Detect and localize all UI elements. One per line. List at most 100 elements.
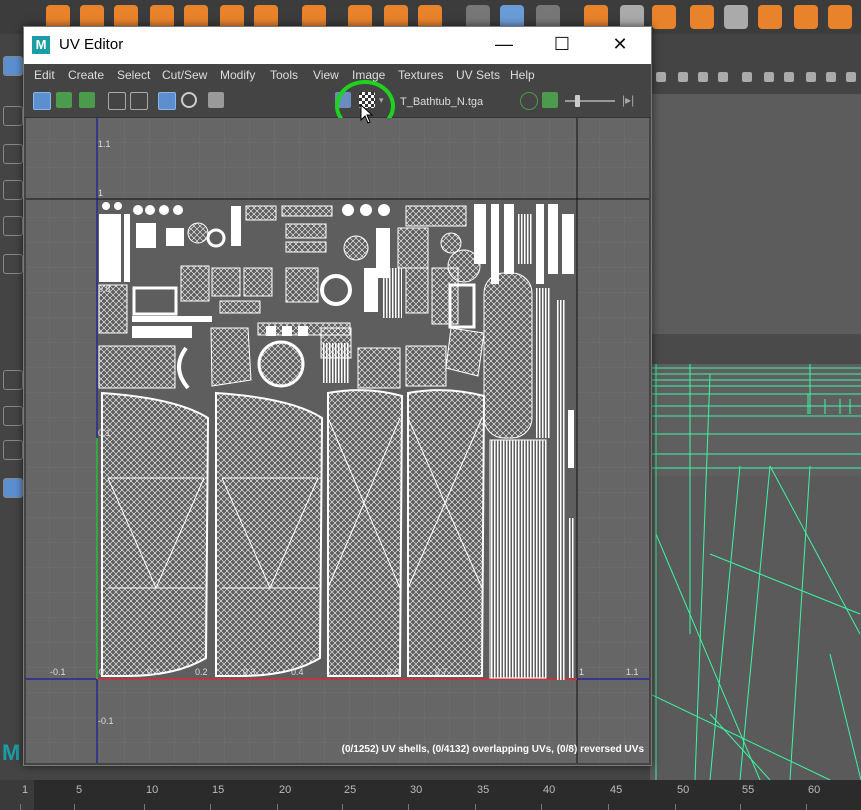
shelf-subdiv-icon[interactable] bbox=[724, 5, 748, 29]
menu-view[interactable]: View bbox=[313, 68, 339, 82]
menu-help[interactable]: Help bbox=[510, 68, 535, 82]
layout-four-icon[interactable] bbox=[3, 406, 23, 426]
menu-edit[interactable]: Edit bbox=[34, 68, 55, 82]
title-bar[interactable]: M UV Editor — ☐ ✕ bbox=[24, 27, 651, 64]
menu-uv-sets[interactable]: UV Sets bbox=[456, 68, 500, 82]
timeline-tick-mark bbox=[277, 804, 278, 810]
timeline-tick-label: 30 bbox=[410, 784, 423, 796]
timeline-tick-mark bbox=[740, 804, 741, 810]
viewport-tool-icon[interactable] bbox=[846, 72, 856, 82]
move-tool-icon[interactable] bbox=[3, 180, 23, 200]
time-slider[interactable]: 1 5 10 15 20 25 30 35 40 45 50 55 60 bbox=[0, 780, 861, 810]
viewport-tool-icon[interactable] bbox=[784, 72, 794, 82]
uv-status-line: (0/1252) UV shells, (0/4132) overlapping… bbox=[341, 744, 644, 755]
viewport-tool-icon[interactable] bbox=[742, 72, 752, 82]
mouse-cursor-icon bbox=[360, 104, 374, 124]
timeline-tick-label: 5 bbox=[76, 784, 83, 796]
menu-modify[interactable]: Modify bbox=[220, 68, 255, 82]
exposure-slider-handle[interactable] bbox=[575, 95, 580, 107]
uv-shell-mode-icon[interactable] bbox=[56, 92, 72, 108]
axis-label-left: -0.1 bbox=[98, 716, 114, 726]
axis-label-bottom: 0.4 bbox=[291, 667, 304, 677]
uv-select-mode-icon[interactable] bbox=[33, 92, 51, 110]
uv-face-mode-icon[interactable] bbox=[79, 92, 95, 108]
axis-label-bottom: 0 bbox=[99, 667, 105, 677]
close-button[interactable]: ✕ bbox=[592, 27, 648, 64]
menu-textures[interactable]: Textures bbox=[398, 68, 443, 82]
uv-grid-display-icon[interactable] bbox=[158, 92, 176, 110]
timeline-tick-label: 45 bbox=[610, 784, 623, 796]
timeline-tick-label: 1 bbox=[22, 784, 29, 796]
menu-create[interactable]: Create bbox=[68, 68, 104, 82]
scale-tool-icon[interactable] bbox=[3, 254, 23, 274]
viewport-tool-icon[interactable] bbox=[678, 72, 688, 82]
axis-label-bottom: 1 bbox=[579, 667, 585, 677]
timeline-tick-mark bbox=[342, 804, 343, 810]
uv-canvas[interactable]: 1.1 1 0.8 0.1 -0.1 -0.1 0 0.1 0.2 0.3 0.… bbox=[26, 118, 649, 763]
viewport-tool-icon[interactable] bbox=[806, 72, 816, 82]
uv-snapshot-icon[interactable] bbox=[208, 92, 224, 108]
toolbar-expand-icon[interactable]: |▸| bbox=[622, 92, 638, 108]
image-adjust-icon[interactable] bbox=[542, 92, 558, 108]
axis-label-bottom: 0.6 bbox=[387, 667, 400, 677]
shelf-extrude-icon[interactable] bbox=[652, 5, 676, 29]
timeline-tick-mark bbox=[20, 804, 21, 810]
axis-label-left: 0.1 bbox=[98, 428, 111, 438]
uv-layout bbox=[26, 118, 649, 763]
shelf-bevel-icon[interactable] bbox=[690, 5, 714, 29]
menu-tools[interactable]: Tools bbox=[270, 68, 298, 82]
layout-single-icon[interactable] bbox=[3, 370, 23, 390]
select-tool-icon[interactable] bbox=[3, 56, 23, 76]
timeline-tick-mark bbox=[475, 804, 476, 810]
menu-cut-sew[interactable]: Cut/Sew bbox=[162, 68, 207, 82]
menu-select[interactable]: Select bbox=[117, 68, 150, 82]
viewport-tool-icon[interactable] bbox=[764, 72, 774, 82]
timeline-tick-mark bbox=[210, 804, 211, 810]
uv-grid-icon[interactable] bbox=[108, 92, 126, 110]
viewport-tool-icon[interactable] bbox=[698, 72, 708, 82]
rotate-tool-icon[interactable] bbox=[3, 216, 23, 236]
timeline-tick-mark bbox=[408, 804, 409, 810]
menu-bar: Edit Create Select Cut/Sew Modify Tools … bbox=[24, 64, 651, 86]
layout-outliner-icon[interactable] bbox=[3, 478, 23, 498]
axis-label-bottom: 0.7 bbox=[435, 667, 448, 677]
shelf-combine-icon[interactable] bbox=[794, 5, 818, 29]
viewport-tool-icon[interactable] bbox=[826, 72, 836, 82]
timeline-tick-mark bbox=[74, 804, 75, 810]
shelf-separate-icon[interactable] bbox=[828, 5, 852, 29]
uv-distortion-icon[interactable] bbox=[181, 92, 197, 108]
layout-side-icon[interactable] bbox=[3, 440, 23, 460]
3d-viewport[interactable] bbox=[650, 94, 861, 780]
timeline-tick-label: 60 bbox=[808, 784, 821, 796]
maya-app-icon: M bbox=[32, 36, 50, 54]
axis-label-left: 1 bbox=[98, 188, 104, 198]
axis-label-left: 0.8 bbox=[98, 284, 111, 294]
uv-editor-window: M UV Editor — ☐ ✕ Edit Create Select Cut… bbox=[23, 26, 652, 766]
window-title: UV Editor bbox=[59, 36, 124, 53]
viewport-tool-icon[interactable] bbox=[656, 72, 666, 82]
axis-label-bottom: 0.2 bbox=[195, 667, 208, 677]
lasso-tool-icon[interactable] bbox=[3, 106, 23, 126]
wireframe-mesh bbox=[650, 334, 861, 780]
timeline-tick-mark bbox=[608, 804, 609, 810]
uv-shaded-icon[interactable] bbox=[130, 92, 148, 110]
timeline-tick-label: 10 bbox=[146, 784, 159, 796]
maximize-button[interactable]: ☐ bbox=[534, 27, 590, 64]
timeline-tick-label: 25 bbox=[344, 784, 357, 796]
timeline-tick-label: 20 bbox=[279, 784, 292, 796]
timeline-tick-label: 50 bbox=[677, 784, 690, 796]
viewport-toolbar bbox=[650, 34, 861, 94]
axis-label-bottom: 0.3 bbox=[243, 667, 256, 677]
texture-name[interactable]: T_Bathtub_N.tga bbox=[400, 96, 483, 108]
texture-filter-icon[interactable] bbox=[520, 92, 538, 110]
axis-label-left: 1.1 bbox=[98, 139, 111, 149]
timeline-tick-mark bbox=[806, 804, 807, 810]
shelf-bridge-icon[interactable] bbox=[758, 5, 782, 29]
axis-label-bottom: 0.1 bbox=[147, 667, 160, 677]
minimize-button[interactable]: — bbox=[476, 27, 532, 64]
timeline-tick-mark bbox=[675, 804, 676, 810]
exposure-slider-track[interactable] bbox=[565, 100, 615, 102]
timeline-tick-label: 40 bbox=[543, 784, 556, 796]
viewport-tool-icon[interactable] bbox=[718, 72, 728, 82]
paint-tool-icon[interactable] bbox=[3, 144, 23, 164]
